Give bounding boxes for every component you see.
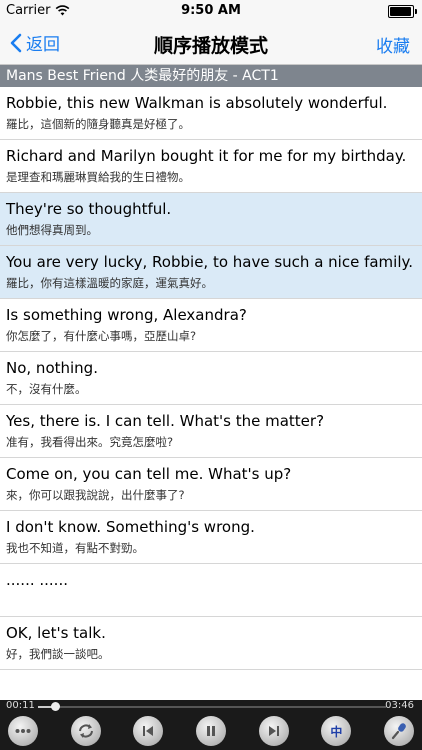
sentence-row[interactable]: Robbie, this new Walkman is absolutely w… (0, 87, 422, 140)
english-sentence: They're so thoughtful. (6, 200, 172, 218)
favorite-button[interactable]: 收藏 (376, 32, 410, 57)
sentence-list[interactable]: Robbie, this new Walkman is absolutely w… (0, 87, 422, 700)
chinese-translation: 是理查和瑪麗琳買給我的生日禮物。 (6, 170, 190, 184)
chinese-toggle-button[interactable]: 中 (321, 716, 352, 746)
sentence-row[interactable]: Come on, you can tell me. What's up? 來，你可… (0, 458, 422, 511)
lesson-title: Mans Best Friend 人类最好的朋友 - ACT1 (0, 65, 422, 87)
previous-icon (142, 725, 154, 737)
repeat-icon (77, 723, 95, 739)
english-sentence: ...... ...... (6, 571, 68, 589)
previous-button[interactable] (133, 716, 164, 746)
microphone-icon (391, 722, 407, 740)
status-bar: Carrier 9:50 AM (0, 0, 422, 22)
english-sentence: OK, let's talk. (6, 624, 106, 642)
chinese-translation: 准有，我看得出來。究竟怎麼啦? (6, 435, 174, 449)
record-button[interactable] (384, 716, 414, 746)
english-sentence: I don't know. Something's wrong. (6, 518, 255, 536)
sentence-row[interactable]: Is something wrong, Alexandra? 你怎麼了，有什麼心事… (0, 299, 422, 352)
sentence-row[interactable]: You are very lucky, Robbie, to have such… (0, 246, 422, 299)
chinese-translation: 你怎麼了，有什麼心事嗎，亞歷山卓? (6, 329, 197, 343)
sentence-row[interactable]: Richard and Marilyn bought it for me for… (0, 140, 422, 193)
sentence-row[interactable]: They're so thoughtful. 他們想得真周到。 (0, 193, 422, 246)
english-sentence: You are very lucky, Robbie, to have such… (6, 253, 413, 271)
english-sentence: Richard and Marilyn bought it for me for… (6, 147, 407, 165)
total-time: 03:46 (385, 700, 414, 711)
chinese-translation: 來，你可以跟我說說，出什麼事了? (6, 488, 185, 502)
page-title: 順序播放模式 (153, 35, 268, 57)
audio-player: 00:11 03:46 中 (0, 700, 422, 750)
navigation-bar: 返回 順序播放模式 收藏 (0, 22, 422, 65)
pause-button[interactable] (196, 716, 226, 746)
battery-icon (388, 5, 417, 18)
chinese-translation: 我也不知道，有點不對勁。 (6, 541, 144, 555)
english-sentence: No, nothing. (6, 359, 98, 377)
sentence-row[interactable]: OK, let's talk. 好，我們談一談吧。 (0, 617, 422, 670)
sentence-row[interactable]: No, nothing. 不，沒有什麼。 (0, 352, 422, 405)
english-sentence: Robbie, this new Walkman is absolutely w… (6, 94, 388, 112)
more-button[interactable] (8, 716, 38, 746)
next-button[interactable] (258, 716, 289, 746)
progress-slider[interactable] (38, 702, 386, 711)
chinese-translation: 他們想得真周到。 (6, 223, 98, 237)
sentence-row[interactable]: I don't know. Something's wrong. 我也不知道，有點… (0, 511, 422, 564)
english-sentence: Yes, there is. I can tell. What's the ma… (6, 412, 325, 430)
repeat-button[interactable] (70, 716, 101, 746)
progress-knob[interactable] (51, 702, 61, 711)
english-sentence: Come on, you can tell me. What's up? (6, 465, 292, 483)
chinese-translation: 好，我們談一談吧。 (6, 647, 110, 661)
ellipsis-icon (15, 728, 31, 734)
pause-icon (206, 725, 216, 737)
chinese-translation: 不，沒有什麼。 (6, 382, 87, 396)
sentence-row[interactable]: Yes, there is. I can tell. What's the ma… (0, 405, 422, 458)
player-controls: 中 (0, 715, 422, 749)
chinese-translation: 羅比，這個新的隨身聽真是好極了。 (6, 117, 190, 131)
english-sentence: Is something wrong, Alexandra? (6, 306, 247, 324)
next-icon (268, 725, 280, 737)
chinese-translation: 羅比，你有這樣溫暖的家庭，運氣真好。 (6, 276, 213, 290)
status-time: 9:50 AM (181, 3, 241, 18)
battery-level (390, 7, 411, 16)
elapsed-time: 00:11 (6, 700, 35, 711)
sentence-row[interactable]: ...... ...... (0, 564, 422, 617)
chinese-text-icon: 中 (330, 724, 343, 739)
